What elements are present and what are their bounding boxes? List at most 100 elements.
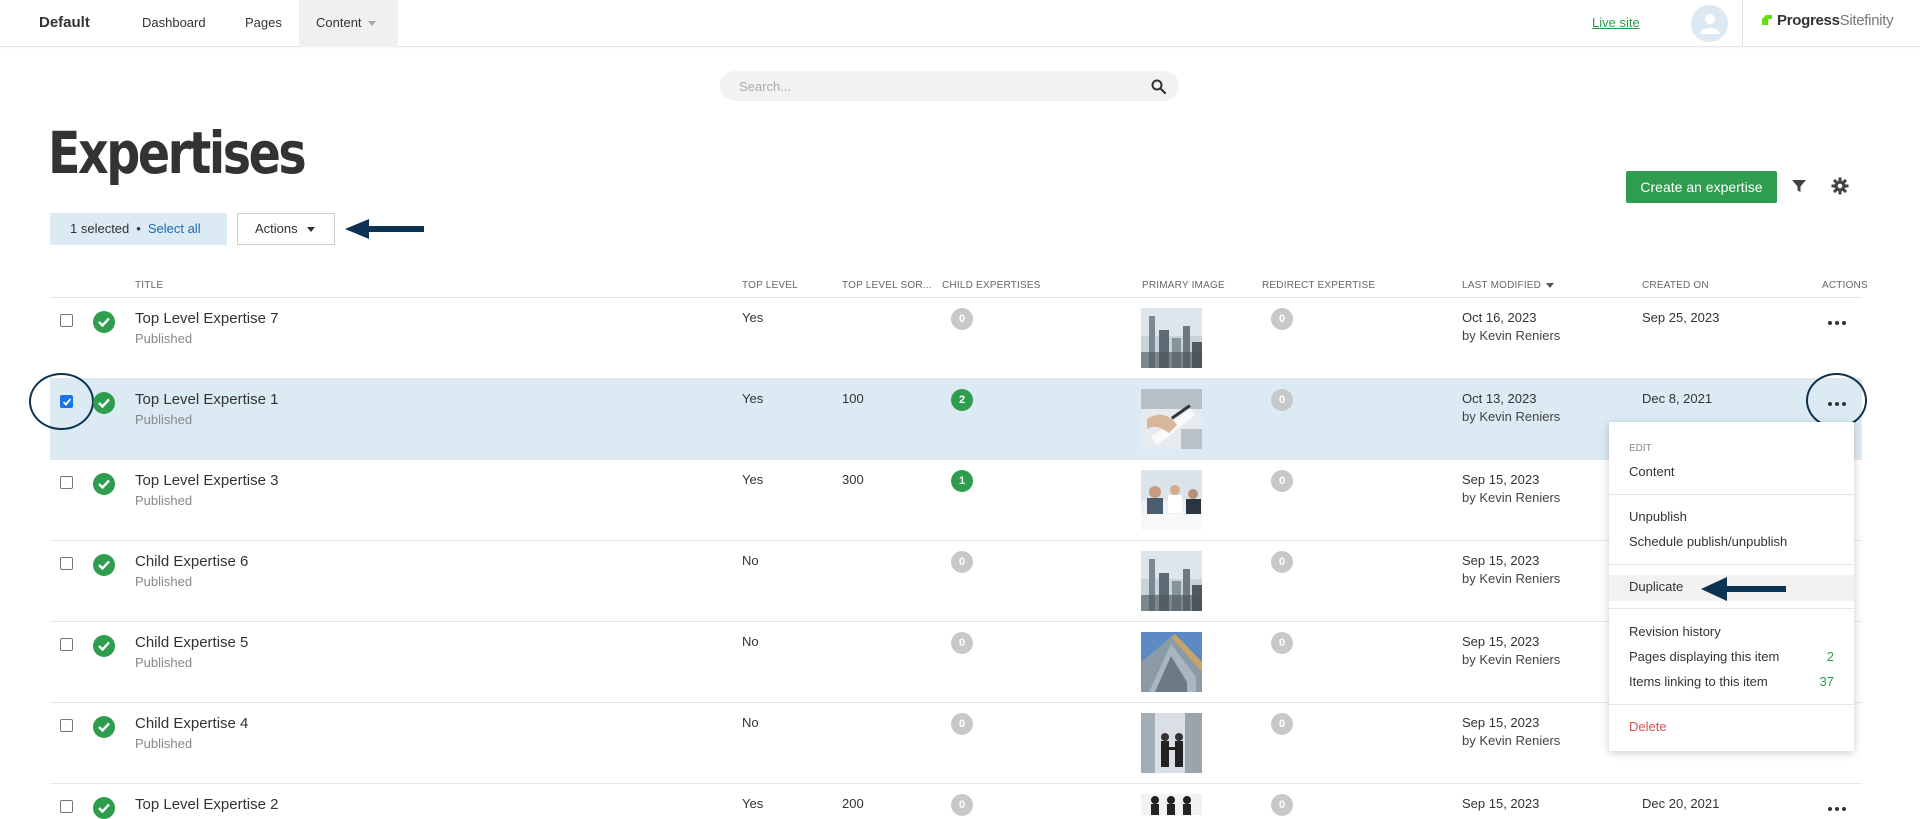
column-header-title[interactable]: TITLE <box>135 280 163 291</box>
selection-indicator: 1 selected • Select all <box>50 213 227 245</box>
item-status: Published <box>135 412 193 427</box>
nav-content-label: Content <box>316 15 362 30</box>
writing-hands-image <box>1141 389 1202 449</box>
published-check-icon <box>93 392 115 414</box>
sort-desc-icon <box>1546 282 1555 288</box>
nav-dashboard[interactable]: Dashboard <box>125 0 223 47</box>
menu-item-delete[interactable]: Delete <box>1629 719 1667 734</box>
row-checkbox[interactable] <box>60 638 73 651</box>
gear-icon[interactable] <box>1831 177 1849 195</box>
last-modified-date: Oct 16, 2023 <box>1462 310 1537 325</box>
row-checkbox[interactable] <box>60 476 73 489</box>
search-input[interactable] <box>720 71 1120 101</box>
top-level-value: No <box>742 553 759 568</box>
column-header-top-level-sort[interactable]: TOP LEVEL SOR... <box>842 280 932 291</box>
primary-image-thumbnail <box>1141 551 1202 611</box>
separator-dot: • <box>136 221 141 236</box>
published-check-icon <box>93 716 115 738</box>
redirect-count-badge: 0 <box>1271 551 1293 573</box>
menu-item-schedule[interactable]: Schedule publish/unpublish <box>1629 534 1787 549</box>
more-actions-icon[interactable] <box>1826 315 1850 331</box>
child-count-badge: 0 <box>951 713 973 735</box>
row-checkbox[interactable] <box>60 557 73 570</box>
live-site-link[interactable]: Live site <box>1592 15 1640 30</box>
annotation-arrow-left-icon <box>345 219 424 239</box>
menu-item-revision-history[interactable]: Revision history <box>1629 624 1721 639</box>
annotation-circle <box>29 373 94 430</box>
nav-pages[interactable]: Pages <box>228 0 299 47</box>
column-header-created-on[interactable]: CREATED ON <box>1642 280 1709 291</box>
menu-item-duplicate[interactable]: Duplicate <box>1629 579 1683 594</box>
item-title[interactable]: Top Level Expertise 1 <box>135 391 278 408</box>
office-meeting-image <box>1141 470 1202 530</box>
published-check-icon <box>93 635 115 657</box>
item-title[interactable]: Top Level Expertise 7 <box>135 310 278 327</box>
child-count-badge: 2 <box>951 389 973 411</box>
top-level-value: Yes <box>742 796 764 811</box>
item-status: Published <box>135 574 193 589</box>
city-skyline-image <box>1141 551 1202 611</box>
last-modified-date: Sep 15, 2023 <box>1462 553 1540 568</box>
modified-by: by Kevin Reniers <box>1462 328 1561 343</box>
modified-by: by Kevin Reniers <box>1462 733 1561 748</box>
top-bar: Default Dashboard Pages Content Live sit… <box>0 0 1920 47</box>
menu-item-content[interactable]: Content <box>1629 464 1675 479</box>
published-check-icon <box>93 311 115 333</box>
column-header-primary-image[interactable]: PRIMARY IMAGE <box>1142 280 1225 291</box>
column-header-redirect-expertise[interactable]: REDIRECT EXPERTISE <box>1262 280 1375 291</box>
menu-item-pages-displaying[interactable]: Pages displaying this item <box>1629 649 1779 664</box>
column-header-last-modified[interactable]: LAST MODIFIED <box>1462 280 1555 291</box>
search-icon[interactable] <box>1151 79 1166 94</box>
top-level-value: No <box>742 634 759 649</box>
item-title[interactable]: Child Expertise 6 <box>135 553 248 570</box>
row-checkbox[interactable] <box>60 800 73 813</box>
column-header-actions: ACTIONS <box>1822 280 1868 291</box>
created-on-date: Sep 25, 2023 <box>1642 310 1720 325</box>
selected-count: 1 selected <box>70 221 130 236</box>
item-status: Published <box>135 493 193 508</box>
site-name[interactable]: Default <box>39 14 90 31</box>
item-actions-menu: EDIT Content Unpublish Schedule publish/… <box>1609 422 1854 751</box>
redirect-count-badge: 0 <box>1271 470 1293 492</box>
item-title[interactable]: Child Expertise 5 <box>135 634 248 651</box>
item-status: Published <box>135 331 193 346</box>
menu-item-unpublish[interactable]: Unpublish <box>1629 509 1687 524</box>
primary-image-thumbnail <box>1141 794 1202 815</box>
row-checkbox[interactable] <box>60 719 73 732</box>
redirect-count-badge: 0 <box>1271 389 1293 411</box>
modified-by: by Kevin Reniers <box>1462 409 1561 424</box>
create-expertise-button[interactable]: Create an expertise <box>1626 171 1777 203</box>
brand-logo: ProgressSitefinity <box>1760 12 1894 29</box>
last-modified-date: Sep 15, 2023 <box>1462 796 1540 811</box>
item-status: Published <box>135 655 193 670</box>
progress-logo-icon <box>1762 15 1772 25</box>
last-modified-label: LAST MODIFIED <box>1462 280 1542 291</box>
top-level-value: Yes <box>742 391 764 406</box>
menu-divider <box>1609 704 1854 705</box>
avatar[interactable] <box>1691 5 1728 42</box>
actions-button[interactable]: Actions <box>237 213 335 245</box>
redirect-count-badge: 0 <box>1271 794 1293 816</box>
filter-icon[interactable] <box>1791 178 1807 194</box>
primary-image-thumbnail <box>1141 632 1202 692</box>
column-header-top-level[interactable]: TOP LEVEL <box>742 280 798 291</box>
created-on-date: Dec 20, 2021 <box>1642 796 1720 811</box>
menu-item-items-linking[interactable]: Items linking to this item <box>1629 674 1768 689</box>
redirect-count-badge: 0 <box>1271 632 1293 654</box>
redirect-count-badge: 0 <box>1271 713 1293 735</box>
caret-down-icon <box>306 227 315 233</box>
top-level-sort-value: 300 <box>842 472 864 487</box>
row-checkbox[interactable] <box>60 314 73 327</box>
nav-content[interactable]: Content <box>299 0 398 47</box>
item-title[interactable]: Top Level Expertise 2 <box>135 796 278 813</box>
published-check-icon <box>93 797 115 819</box>
pages-displaying-count[interactable]: 2 <box>1827 649 1834 664</box>
brand-main: Progress <box>1777 12 1840 29</box>
column-header-child-expertises[interactable]: CHILD EXPERTISES <box>942 280 1041 291</box>
primary-image-thumbnail <box>1141 308 1202 368</box>
select-all-link[interactable]: Select all <box>148 221 201 236</box>
items-linking-count[interactable]: 37 <box>1820 674 1834 689</box>
item-title[interactable]: Child Expertise 4 <box>135 715 248 732</box>
item-title[interactable]: Top Level Expertise 3 <box>135 472 278 489</box>
glass-building-image <box>1141 632 1202 692</box>
